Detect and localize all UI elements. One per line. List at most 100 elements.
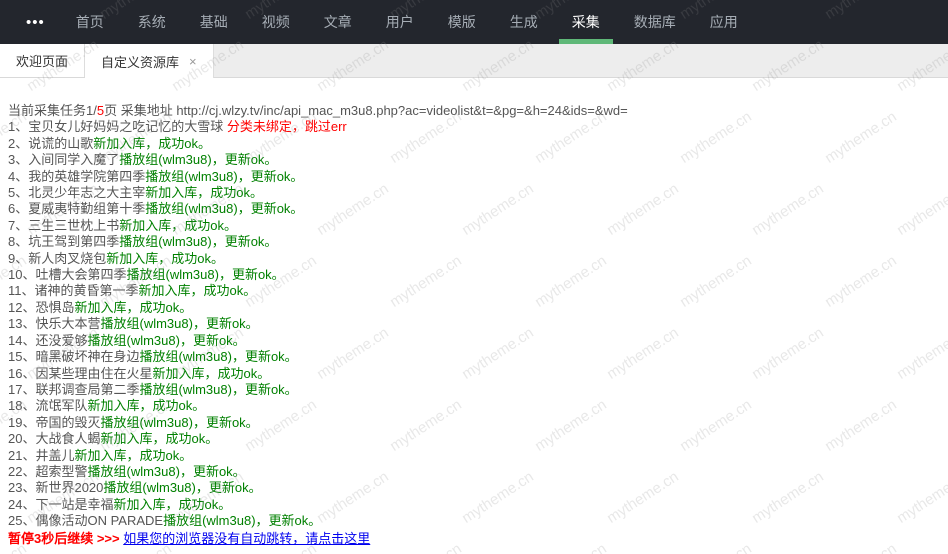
log-line: 17、联邦调查局第二季播放组(wlm3u8)，更新ok。 bbox=[8, 382, 940, 398]
log-line: 14、还没爱够播放组(wlm3u8)，更新ok。 bbox=[8, 333, 940, 349]
log-num: 20、 bbox=[8, 431, 35, 446]
log-status: 新加入库，成功ok。 bbox=[113, 497, 231, 512]
log-num: 17、 bbox=[8, 382, 35, 397]
tab-custom-resource[interactable]: 自定义资源库 × bbox=[85, 44, 214, 78]
nav-item-generate[interactable]: 生成 bbox=[493, 0, 555, 44]
log-num: 5、 bbox=[8, 185, 28, 200]
log-title: 联邦调查局第二季 bbox=[35, 382, 139, 397]
log-title: 暗黑破坏神在身边 bbox=[35, 349, 139, 364]
log-line: 5、北灵少年志之大主宰新加入库，成功ok。 bbox=[8, 185, 940, 201]
log-title: 新人肉叉烧包 bbox=[28, 251, 106, 266]
task-page-total: 5 bbox=[97, 103, 104, 118]
tab-welcome-label: 欢迎页面 bbox=[16, 51, 68, 70]
log-line: 8、坑王驾到第四季播放组(wlm3u8)，更新ok。 bbox=[8, 234, 940, 250]
log-num: 25、 bbox=[8, 513, 35, 528]
log-line: 24、下一站是幸福新加入库，成功ok。 bbox=[8, 497, 940, 513]
collect-log-panel: 当前采集任务1/5页 采集地址 http://cj.wlzy.tv/inc/ap… bbox=[0, 78, 948, 547]
log-num: 23、 bbox=[8, 480, 35, 495]
log-line: 4、我的英雄学院第四季播放组(wlm3u8)，更新ok。 bbox=[8, 169, 940, 185]
log-line: 3、入间同学入魔了播放组(wlm3u8)，更新ok。 bbox=[8, 152, 940, 168]
log-title: 快乐大本营 bbox=[35, 316, 100, 331]
log-status: 播放组(wlm3u8)，更新ok。 bbox=[145, 201, 303, 216]
log-title: 恐惧岛 bbox=[35, 300, 74, 315]
log-num: 18、 bbox=[8, 398, 35, 413]
nav-item-article[interactable]: 文章 bbox=[307, 0, 369, 44]
log-title: 宝贝女儿好妈妈之吃记忆的大雪球 bbox=[28, 119, 227, 134]
log-title: 帝国的毁灭 bbox=[35, 415, 100, 430]
log-num: 16、 bbox=[8, 366, 35, 381]
log-status: 分类未绑定，跳过err bbox=[227, 119, 347, 134]
log-num: 11、 bbox=[8, 283, 35, 298]
log-num: 21、 bbox=[8, 448, 35, 463]
log-status: 播放组(wlm3u8)，更新ok。 bbox=[100, 415, 258, 430]
nav-item-basic[interactable]: 基础 bbox=[183, 0, 245, 44]
log-num: 12、 bbox=[8, 300, 35, 315]
manual-jump-link[interactable]: 如果您的浏览器没有自动跳转，请点击这里 bbox=[123, 531, 370, 546]
log-title: 诸神的黄昏第一季 bbox=[35, 283, 139, 298]
log-status: 播放组(wlm3u8)，更新ok。 bbox=[139, 382, 297, 397]
nav-item-app[interactable]: 应用 bbox=[693, 0, 755, 44]
log-line: 25、偶像活动ON PARADE播放组(wlm3u8)，更新ok。 bbox=[8, 513, 940, 529]
task-page-suffix: 页 采集地址 bbox=[104, 103, 176, 118]
log-status: 播放组(wlm3u8)，更新ok。 bbox=[103, 480, 261, 495]
log-num: 7、 bbox=[8, 218, 28, 233]
log-line: 22、超索型警播放组(wlm3u8)，更新ok。 bbox=[8, 464, 940, 480]
more-menu-icon[interactable]: ••• bbox=[0, 0, 59, 44]
log-status: 新加入库，成功ok。 bbox=[93, 136, 211, 151]
pause-footer: 暂停3秒后继续 >>> 如果您的浏览器没有自动跳转，请点击这里 bbox=[8, 531, 940, 547]
log-status: 新加入库，成功ok。 bbox=[100, 431, 218, 446]
log-line: 16、因某些理由住在火星新加入库，成功ok。 bbox=[8, 366, 940, 382]
log-num: 15、 bbox=[8, 349, 35, 364]
tab-custom-resource-label: 自定义资源库 bbox=[101, 52, 179, 71]
log-num: 4、 bbox=[8, 169, 28, 184]
log-num: 6、 bbox=[8, 201, 28, 216]
log-line: 12、恐惧岛新加入库，成功ok。 bbox=[8, 300, 940, 316]
log-num: 13、 bbox=[8, 316, 35, 331]
log-title: 北灵少年志之大主宰 bbox=[28, 185, 145, 200]
log-status: 新加入库，成功ok。 bbox=[139, 283, 257, 298]
log-line: 2、说谎的山歌新加入库，成功ok。 bbox=[8, 136, 940, 152]
log-status: 新加入库，成功ok。 bbox=[74, 300, 192, 315]
nav-item-home[interactable]: 首页 bbox=[59, 0, 121, 44]
log-line: 7、三生三世枕上书新加入库，成功ok。 bbox=[8, 218, 940, 234]
log-status: 新加入库，成功ok。 bbox=[74, 448, 192, 463]
log-title: 入间同学入魔了 bbox=[28, 152, 119, 167]
log-title: 流氓军队 bbox=[35, 398, 87, 413]
log-status: 新加入库，成功ok。 bbox=[145, 185, 263, 200]
log-status: 播放组(wlm3u8)，更新ok。 bbox=[145, 169, 303, 184]
nav-item-collect[interactable]: 采集 bbox=[555, 0, 617, 44]
log-num: 24、 bbox=[8, 497, 35, 512]
task-page-current: 1/ bbox=[86, 103, 97, 118]
log-title: 新世界2020 bbox=[35, 480, 103, 495]
nav-item-user[interactable]: 用户 bbox=[369, 0, 431, 44]
tab-welcome[interactable]: 欢迎页面 bbox=[0, 44, 85, 77]
log-num: 2、 bbox=[8, 136, 28, 151]
pause-countdown-text: 暂停3秒后继续 >>> bbox=[8, 531, 123, 546]
close-tab-icon[interactable]: × bbox=[189, 54, 197, 69]
log-line: 1、宝贝女儿好妈妈之吃记忆的大雪球 分类未绑定，跳过err bbox=[8, 119, 940, 135]
log-line: 13、快乐大本营播放组(wlm3u8)，更新ok。 bbox=[8, 316, 940, 332]
log-title: 偶像活动ON PARADE bbox=[35, 513, 163, 528]
log-status: 播放组(wlm3u8)，更新ok。 bbox=[163, 513, 321, 528]
log-line: 21、井盖儿新加入库，成功ok。 bbox=[8, 448, 940, 464]
log-title: 坑王驾到第四季 bbox=[28, 234, 119, 249]
log-line: 15、暗黑破坏神在身边播放组(wlm3u8)，更新ok。 bbox=[8, 349, 940, 365]
nav-item-database[interactable]: 数据库 bbox=[617, 0, 693, 44]
log-title: 夏威夷特勤组第十季 bbox=[28, 201, 145, 216]
log-status: 播放组(wlm3u8)，更新ok。 bbox=[87, 333, 245, 348]
nav-item-template[interactable]: 模版 bbox=[431, 0, 493, 44]
log-num: 9、 bbox=[8, 251, 28, 266]
task-url: http://cj.wlzy.tv/inc/api_mac_m3u8.php?a… bbox=[176, 103, 627, 118]
log-title: 三生三世枕上书 bbox=[28, 218, 119, 233]
top-nav: ••• 首页 系统 基础 视频 文章 用户 模版 生成 采集 数据库 应用 bbox=[0, 0, 948, 44]
log-status: 新加入库，成功ok。 bbox=[87, 398, 205, 413]
log-status: 新加入库，成功ok。 bbox=[152, 366, 270, 381]
nav-item-video[interactable]: 视频 bbox=[245, 0, 307, 44]
log-title: 因某些理由住在火星 bbox=[35, 366, 152, 381]
log-title: 大战食人蝎 bbox=[35, 431, 100, 446]
nav-items: 首页 系统 基础 视频 文章 用户 模版 生成 采集 数据库 应用 bbox=[59, 0, 755, 44]
log-line: 18、流氓军队新加入库，成功ok。 bbox=[8, 398, 940, 414]
log-num: 10、 bbox=[8, 267, 35, 282]
task-header: 当前采集任务1/5页 采集地址 http://cj.wlzy.tv/inc/ap… bbox=[8, 103, 940, 119]
nav-item-system[interactable]: 系统 bbox=[121, 0, 183, 44]
